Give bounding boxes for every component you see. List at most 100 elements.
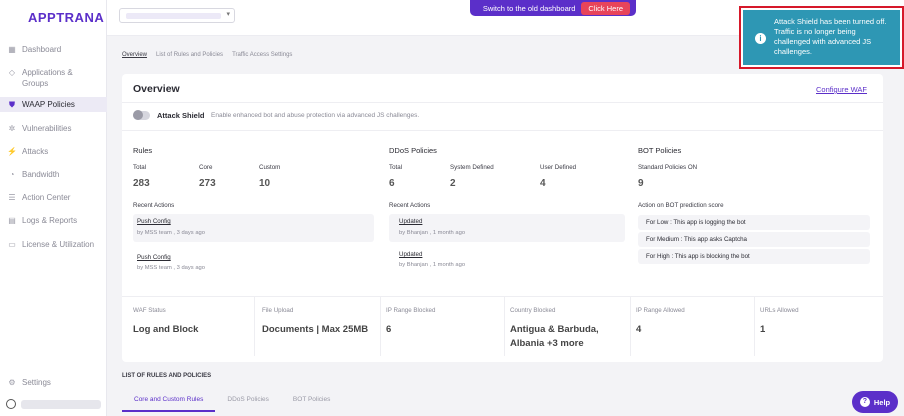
sidebar-item-bandwidth[interactable]: ◔ Bandwidth bbox=[0, 169, 107, 182]
sidebar-item-applications[interactable]: ◇ Applications & Groups bbox=[0, 67, 107, 89]
status-value: 1 bbox=[760, 324, 766, 335]
grid-icon: ▦ bbox=[8, 44, 16, 54]
rules-recent-label: Recent Actions bbox=[133, 202, 175, 209]
bug-icon: ✲ bbox=[8, 123, 16, 133]
status-label: File Upload bbox=[262, 307, 294, 314]
toast-message: Attack Shield has been turned off. Traff… bbox=[774, 17, 887, 56]
attack-shield-toggle[interactable] bbox=[133, 110, 150, 120]
diamond-icon: ◇ bbox=[8, 67, 16, 77]
tab-core-custom-rules[interactable]: Core and Custom Rules bbox=[122, 389, 216, 412]
tab-overview[interactable]: Overview bbox=[122, 52, 147, 58]
list-section-title: LIST OF RULES AND POLICIES bbox=[122, 373, 212, 379]
tab-ddos-policies[interactable]: DDoS Policies bbox=[215, 389, 281, 416]
switch-dashboard-text: Switch to the old dashboard bbox=[482, 3, 576, 13]
rules-total-value: 283 bbox=[133, 178, 150, 189]
attack-shield-toast: i Attack Shield has been turned off. Tra… bbox=[739, 6, 904, 69]
attack-shield-description: Enable enhanced bot and abuse protection… bbox=[211, 112, 420, 119]
chevron-down-icon: ▾ bbox=[226, 11, 230, 18]
tab-bot-policies[interactable]: BOT Policies bbox=[281, 389, 342, 416]
shield-icon: ⛊ bbox=[9, 99, 15, 109]
sidebar: APPTRANA ▦ Dashboard ◇ Applications & Gr… bbox=[0, 0, 107, 416]
ddos-action-1-meta: by Bhanjan , 1 month ago bbox=[399, 230, 466, 236]
ddos-action-2-meta: by Bhanjan , 1 month ago bbox=[399, 262, 466, 268]
sidebar-item-label: Logs & Reports bbox=[22, 216, 78, 225]
sidebar-item-settings[interactable]: ⚙ Settings bbox=[0, 377, 107, 390]
help-icon: ? bbox=[859, 397, 870, 407]
tab-traffic-access[interactable]: Traffic Access Settings bbox=[232, 52, 292, 58]
account-select[interactable]: ▾ bbox=[119, 8, 235, 23]
account-name-redacted bbox=[126, 13, 221, 19]
ddos-action-1-link[interactable]: Updated bbox=[399, 218, 422, 225]
configure-waf-link[interactable]: Configure WAF bbox=[816, 85, 867, 94]
status-file-upload: File Upload Documents | Max 25MB bbox=[255, 296, 381, 356]
sidebar-item-label: Bandwidth bbox=[22, 170, 60, 179]
rules-total-label: Total bbox=[133, 164, 147, 171]
gauge-icon: ◔ bbox=[9, 169, 15, 179]
bot-prediction-label: Action on BOT prediction score bbox=[638, 202, 724, 209]
status-value: Log and Block bbox=[133, 324, 199, 335]
status-value: 4 bbox=[636, 324, 642, 335]
status-country-blocked: Country Blocked Antigua & Barbuda, Alban… bbox=[505, 296, 631, 356]
bot-row-medium: For Medium : This app asks Captcha bbox=[638, 232, 870, 247]
ddos-user-value: 4 bbox=[540, 178, 546, 189]
apptrana-logo[interactable]: APPTRANA bbox=[28, 10, 104, 25]
status-ip-allowed: IP Range Allowed 4 bbox=[631, 296, 755, 356]
rules-action-2-link[interactable]: Push Config bbox=[137, 254, 171, 261]
bot-standard-label: Standard Policies ON bbox=[638, 164, 698, 171]
document-icon: ▤ bbox=[8, 215, 16, 225]
sidebar-item-label: License & Utilization bbox=[22, 240, 95, 249]
user-name-redacted bbox=[21, 399, 101, 409]
bot-row-low: For Low : This app is logging the bot bbox=[638, 215, 870, 230]
overview-card: Overview Configure WAF Attack Shield Ena… bbox=[122, 74, 883, 362]
overview-title: Overview bbox=[133, 83, 180, 95]
gear-icon: ⚙ bbox=[8, 377, 16, 387]
status-urls-allowed: URLs Allowed 1 bbox=[755, 296, 883, 356]
card-icon: ▭ bbox=[8, 239, 16, 249]
switch-dashboard-banner: Switch to the old dashboard Click Here bbox=[470, 0, 636, 16]
ddos-user-label: User Defined bbox=[540, 164, 577, 171]
tab-list-of-rules[interactable]: List of Rules and Policies bbox=[156, 52, 223, 58]
status-label: URLs Allowed bbox=[760, 307, 799, 314]
user-profile[interactable] bbox=[6, 399, 101, 409]
rules-core-value: 273 bbox=[199, 178, 216, 189]
rules-action-1-link[interactable]: Push Config bbox=[137, 218, 171, 225]
status-label: IP Range Allowed bbox=[636, 307, 685, 314]
ddos-action-2-link[interactable]: Updated bbox=[399, 251, 422, 258]
sidebar-item-label: WAAP Policies bbox=[22, 100, 75, 109]
attack-shield-label: Attack Shield bbox=[157, 111, 205, 120]
status-ip-blocked: IP Range Blocked 6 bbox=[381, 296, 505, 356]
rules-custom-value: 10 bbox=[259, 178, 271, 189]
sidebar-item-label: Vulnerabilities bbox=[22, 124, 72, 133]
rules-action-1-meta: by MSS team , 3 days ago bbox=[137, 230, 205, 236]
sidebar-item-vulnerabilities[interactable]: ✲ Vulnerabilities bbox=[0, 123, 107, 136]
toast-body: i Attack Shield has been turned off. Tra… bbox=[743, 10, 900, 65]
status-value: Documents | Max 25MB bbox=[262, 324, 369, 335]
help-button[interactable]: ? Help bbox=[852, 391, 898, 413]
sidebar-item-action-center[interactable]: ☰ Action Center bbox=[0, 192, 107, 205]
help-label: Help bbox=[873, 397, 891, 407]
rules-custom-label: Custom bbox=[259, 164, 281, 171]
ddos-total-label: Total bbox=[389, 164, 403, 171]
divider bbox=[122, 130, 883, 131]
bot-standard-value: 9 bbox=[638, 178, 644, 189]
status-value: Antigua & Barbuda, Albania +3 more bbox=[510, 324, 599, 349]
bolt-icon: ⚡ bbox=[7, 146, 17, 156]
bot-title: BOT Policies bbox=[638, 146, 682, 155]
sidebar-item-label: Attacks bbox=[22, 147, 49, 156]
list-icon: ☰ bbox=[8, 192, 16, 202]
sidebar-item-dashboard[interactable]: ▦ Dashboard bbox=[0, 44, 107, 57]
rules-title: Rules bbox=[133, 146, 153, 155]
ddos-total-value: 6 bbox=[389, 178, 395, 189]
ddos-recent-label: Recent Actions bbox=[389, 202, 431, 209]
sidebar-item-label: Applications & Groups bbox=[22, 68, 73, 88]
sidebar-item-label: Action Center bbox=[22, 193, 71, 202]
sidebar-item-label: Settings bbox=[22, 378, 51, 387]
sidebar-item-logs-reports[interactable]: ▤ Logs & Reports bbox=[0, 215, 107, 228]
sidebar-item-waap-policies[interactable]: ⛊ WAAP Policies bbox=[0, 97, 107, 112]
click-here-button[interactable]: Click Here bbox=[581, 1, 630, 15]
info-icon: i bbox=[755, 33, 766, 44]
ddos-system-label: System Defined bbox=[450, 164, 494, 171]
sidebar-item-attacks[interactable]: ⚡ Attacks bbox=[0, 146, 107, 159]
sidebar-item-license[interactable]: ▭ License & Utilization bbox=[0, 239, 107, 252]
status-label: Country Blocked bbox=[510, 307, 556, 314]
